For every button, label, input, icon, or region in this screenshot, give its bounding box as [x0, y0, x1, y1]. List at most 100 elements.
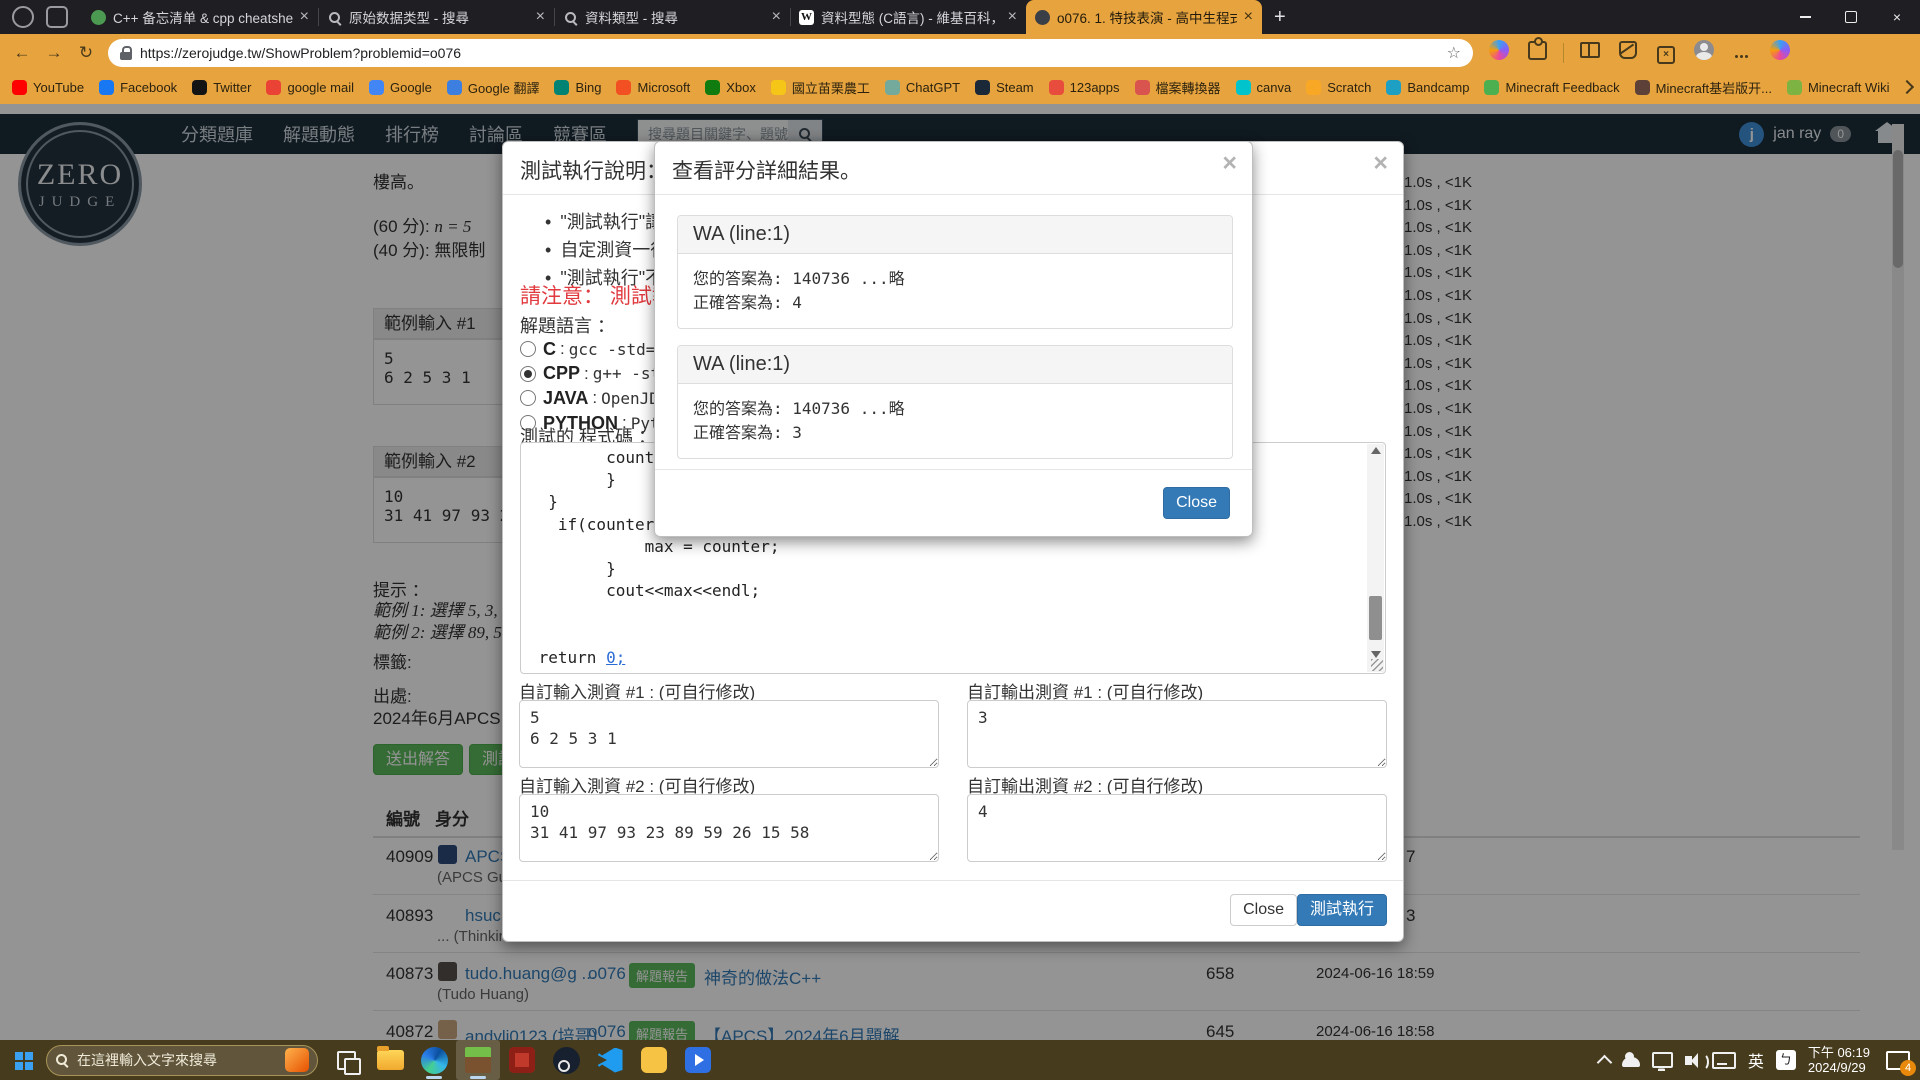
browser-tab[interactable]: C++ 备忘清单 & cpp cheatsheet &×: [82, 0, 318, 34]
back-icon[interactable]: ←: [6, 43, 38, 63]
bookmark-item[interactable]: google mail: [266, 80, 354, 95]
resize-grip-icon[interactable]: [1371, 659, 1383, 671]
bookmark-item[interactable]: 123apps: [1049, 80, 1120, 95]
bookmark-item[interactable]: 國立苗栗農工: [771, 78, 870, 97]
bookmark-item[interactable]: Minecraft Feedback: [1484, 80, 1619, 95]
bookmark-item[interactable]: Bing: [554, 80, 601, 95]
extensions-icon[interactable]: [1521, 41, 1553, 65]
forward-icon[interactable]: →: [38, 43, 70, 63]
bookmark-item[interactable]: Bandcamp: [1386, 80, 1469, 95]
steam-taskbar-icon[interactable]: [544, 1040, 588, 1080]
minimize-button[interactable]: [1782, 0, 1828, 34]
tab-actions-icon[interactable]: [12, 6, 34, 28]
bookmark-item[interactable]: ChatGPT: [885, 80, 960, 95]
task-view-taskbar-icon[interactable]: [324, 1040, 368, 1080]
custom-output-2-field[interactable]: 4: [967, 794, 1387, 862]
volume-icon[interactable]: [1685, 1056, 1692, 1065]
bookmark-item[interactable]: Minecraft Wiki: [1787, 80, 1890, 95]
edge-taskbar-icon[interactable]: [412, 1040, 456, 1080]
bookmark-item[interactable]: canva: [1236, 80, 1292, 95]
file-explorer-taskbar-icon[interactable]: [368, 1040, 412, 1080]
red-app-taskbar-icon[interactable]: [500, 1040, 544, 1080]
test-run-modal-close-button[interactable]: Close: [1230, 894, 1297, 926]
score-modal-close-button[interactable]: Close: [1163, 487, 1230, 519]
notification-icon[interactable]: 4: [1886, 1051, 1910, 1070]
collections-icon[interactable]: ×: [1650, 42, 1682, 64]
browser-tab[interactable]: W資料型態 (C語言) - 維基百科，自×: [790, 0, 1026, 34]
media-player-taskbar-icon[interactable]: [676, 1040, 720, 1080]
custom-output-1-field[interactable]: 3: [967, 700, 1387, 768]
result-correct-answer: 正確答案為: 3: [693, 421, 1217, 445]
language-separator: :: [560, 339, 565, 359]
close-window-button[interactable]: ×: [1874, 0, 1920, 34]
tab-close-icon[interactable]: ×: [1008, 8, 1017, 26]
split-screen-icon[interactable]: [1574, 42, 1606, 63]
essentials-glyph: [1489, 40, 1509, 60]
scrollbar-thumb[interactable]: [1369, 596, 1382, 640]
scroll-down-icon[interactable]: [1371, 651, 1381, 658]
bookmark-favicon-icon: [99, 80, 114, 95]
web-capture-icon[interactable]: [1612, 41, 1644, 64]
bookmarks-overflow-icon[interactable]: [1900, 80, 1914, 94]
tab-close-icon[interactable]: ×: [772, 8, 781, 26]
test-run-button[interactable]: 測試執行: [1297, 894, 1387, 926]
onedrive-icon[interactable]: [1622, 1057, 1640, 1067]
bookmark-item[interactable]: Facebook: [99, 80, 177, 95]
tab-title: 資料類型 - 搜尋: [585, 7, 765, 27]
bookmark-item[interactable]: Steam: [975, 80, 1034, 95]
radio-button[interactable]: [520, 366, 536, 382]
bookmark-item[interactable]: Microsoft: [616, 80, 690, 95]
touch-keyboard-icon[interactable]: [1712, 1052, 1736, 1069]
bookmark-item[interactable]: Xbox: [705, 80, 756, 95]
score-modal-close-icon[interactable]: ×: [1222, 151, 1237, 176]
refresh-icon[interactable]: ↻: [70, 43, 102, 63]
bookmark-item[interactable]: Minecraft基岩版开...: [1635, 78, 1772, 97]
vscode-taskbar-icon[interactable]: [588, 1040, 632, 1080]
bookmark-item[interactable]: Twitter: [192, 80, 251, 95]
browser-tab[interactable]: 資料類型 - 搜尋 ×: [554, 0, 790, 34]
bing-daily-icon[interactable]: [285, 1048, 309, 1072]
new-tab-button[interactable]: +: [1274, 6, 1286, 29]
test-run-modal-close-icon[interactable]: ×: [1373, 151, 1388, 176]
browser-tab[interactable]: o076. 1. 特技表演 - 高中生程式解×: [1026, 0, 1262, 34]
taskbar-clock[interactable]: 下午 06:19 2024/9/29: [1808, 1045, 1870, 1075]
tab-close-icon[interactable]: ×: [300, 8, 309, 26]
vertical-tabs-icon[interactable]: [46, 6, 68, 28]
custom-input-1-field[interactable]: 5 6 2 5 3 1: [519, 700, 939, 768]
url-text[interactable]: https://zerojudge.tw/ShowProblem?problem…: [140, 45, 1439, 61]
tab-close-icon[interactable]: ×: [1244, 8, 1253, 26]
minecraft-taskbar-icon[interactable]: [456, 1040, 500, 1080]
search-icon: [55, 1053, 69, 1067]
start-button[interactable]: [0, 1040, 46, 1080]
browser-tab[interactable]: 原始数据类型 - 搜尋×: [318, 0, 554, 34]
bookmark-item[interactable]: YouTube: [12, 80, 84, 95]
page-viewport: 分類題庫解題動態排行榜討論區競賽區 搜尋題目關鍵字、題號... j jan ra…: [0, 104, 1920, 1080]
bookmark-item[interactable]: Scratch: [1306, 80, 1371, 95]
profile-avatar[interactable]: [1688, 40, 1720, 65]
ime-language-indicator[interactable]: 英: [1748, 1048, 1764, 1072]
bookmark-item[interactable]: 檔案轉換器: [1135, 78, 1221, 97]
dots-glyph: [1735, 54, 1749, 58]
yellow-app-taskbar-icon[interactable]: [632, 1040, 676, 1080]
custom-input-2-field[interactable]: 10 31 41 97 93 23 89 59 26 15 58: [519, 794, 939, 862]
bookmark-item[interactable]: Google: [369, 80, 432, 95]
code-link[interactable]: 0;: [606, 648, 625, 667]
copilot-icon[interactable]: [1764, 40, 1796, 65]
more-menu-icon[interactable]: [1726, 43, 1758, 63]
toolbar-divider: [1563, 43, 1564, 63]
radio-button[interactable]: [520, 390, 536, 406]
ime-mode-icon[interactable]: ㄅ: [1776, 1050, 1796, 1070]
code-scrollbar[interactable]: [1367, 444, 1384, 672]
tab-close-icon[interactable]: ×: [536, 8, 545, 26]
code-line: max = counter;: [529, 536, 1363, 558]
radio-button[interactable]: [520, 341, 536, 357]
bookmark-item[interactable]: Google 翻譯: [447, 78, 540, 97]
tray-expand-icon[interactable]: [1597, 1054, 1613, 1070]
favorite-star-icon[interactable]: ☆: [1447, 43, 1461, 63]
maximize-button[interactable]: [1828, 0, 1874, 34]
address-bar[interactable]: https://zerojudge.tw/ShowProblem?problem…: [108, 39, 1473, 67]
browser-essentials-icon[interactable]: [1483, 40, 1515, 65]
taskbar-search[interactable]: 在這裡輸入文字來搜尋: [46, 1045, 318, 1076]
scroll-up-icon[interactable]: [1371, 447, 1381, 454]
network-icon[interactable]: [1652, 1052, 1673, 1068]
